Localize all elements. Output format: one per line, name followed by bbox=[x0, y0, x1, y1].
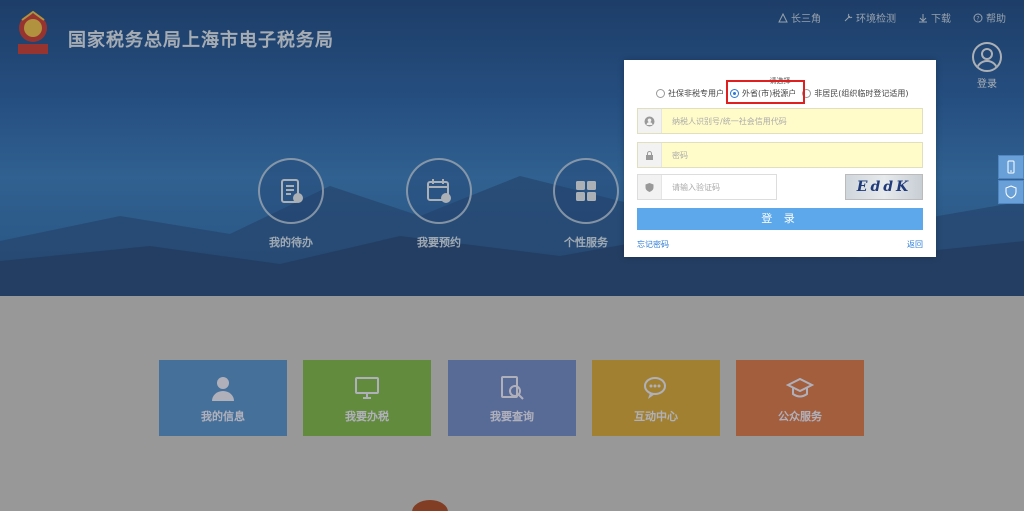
taxpayer-id-placeholder: 纳税人识别号/统一社会信用代码 bbox=[672, 116, 787, 126]
captcha-input[interactable]: 请输入验证码 bbox=[637, 174, 777, 200]
mobile-icon bbox=[1007, 160, 1015, 174]
shield-icon bbox=[1005, 185, 1017, 199]
taxpayer-id-input[interactable]: 纳税人识别号/统一社会信用代码 bbox=[637, 108, 923, 134]
side-shield-button[interactable] bbox=[998, 180, 1024, 204]
captcha-image[interactable]: EddK bbox=[845, 174, 923, 200]
captcha-placeholder: 请输入验证码 bbox=[672, 182, 720, 192]
shield-check-icon bbox=[645, 182, 654, 192]
radio-non-resident[interactable]: 非居民(组织临时登记适用) bbox=[802, 88, 909, 99]
radio-dot bbox=[656, 89, 665, 98]
password-placeholder: 密码 bbox=[672, 150, 688, 160]
login-button[interactable]: 登 录 bbox=[637, 208, 923, 230]
radio-label: 非居民(组织临时登记适用) bbox=[814, 89, 909, 98]
forgot-password-link[interactable]: 忘记密码 bbox=[637, 239, 669, 250]
lock-icon bbox=[646, 150, 653, 160]
radio-social-security[interactable]: 社保非税专用户 bbox=[656, 88, 724, 99]
password-input[interactable]: 密码 bbox=[637, 142, 923, 168]
user-circle-icon bbox=[644, 116, 655, 126]
login-dialog: 请选择 社保非税专用户 外省(市)税源户 非居民(组织临时登记适用) 纳税人识别… bbox=[624, 60, 936, 257]
side-mobile-button[interactable] bbox=[998, 155, 1024, 179]
highlight-box bbox=[726, 80, 805, 104]
back-link[interactable]: 返回 bbox=[907, 239, 923, 250]
radio-label: 社保非税专用户 bbox=[668, 89, 724, 98]
